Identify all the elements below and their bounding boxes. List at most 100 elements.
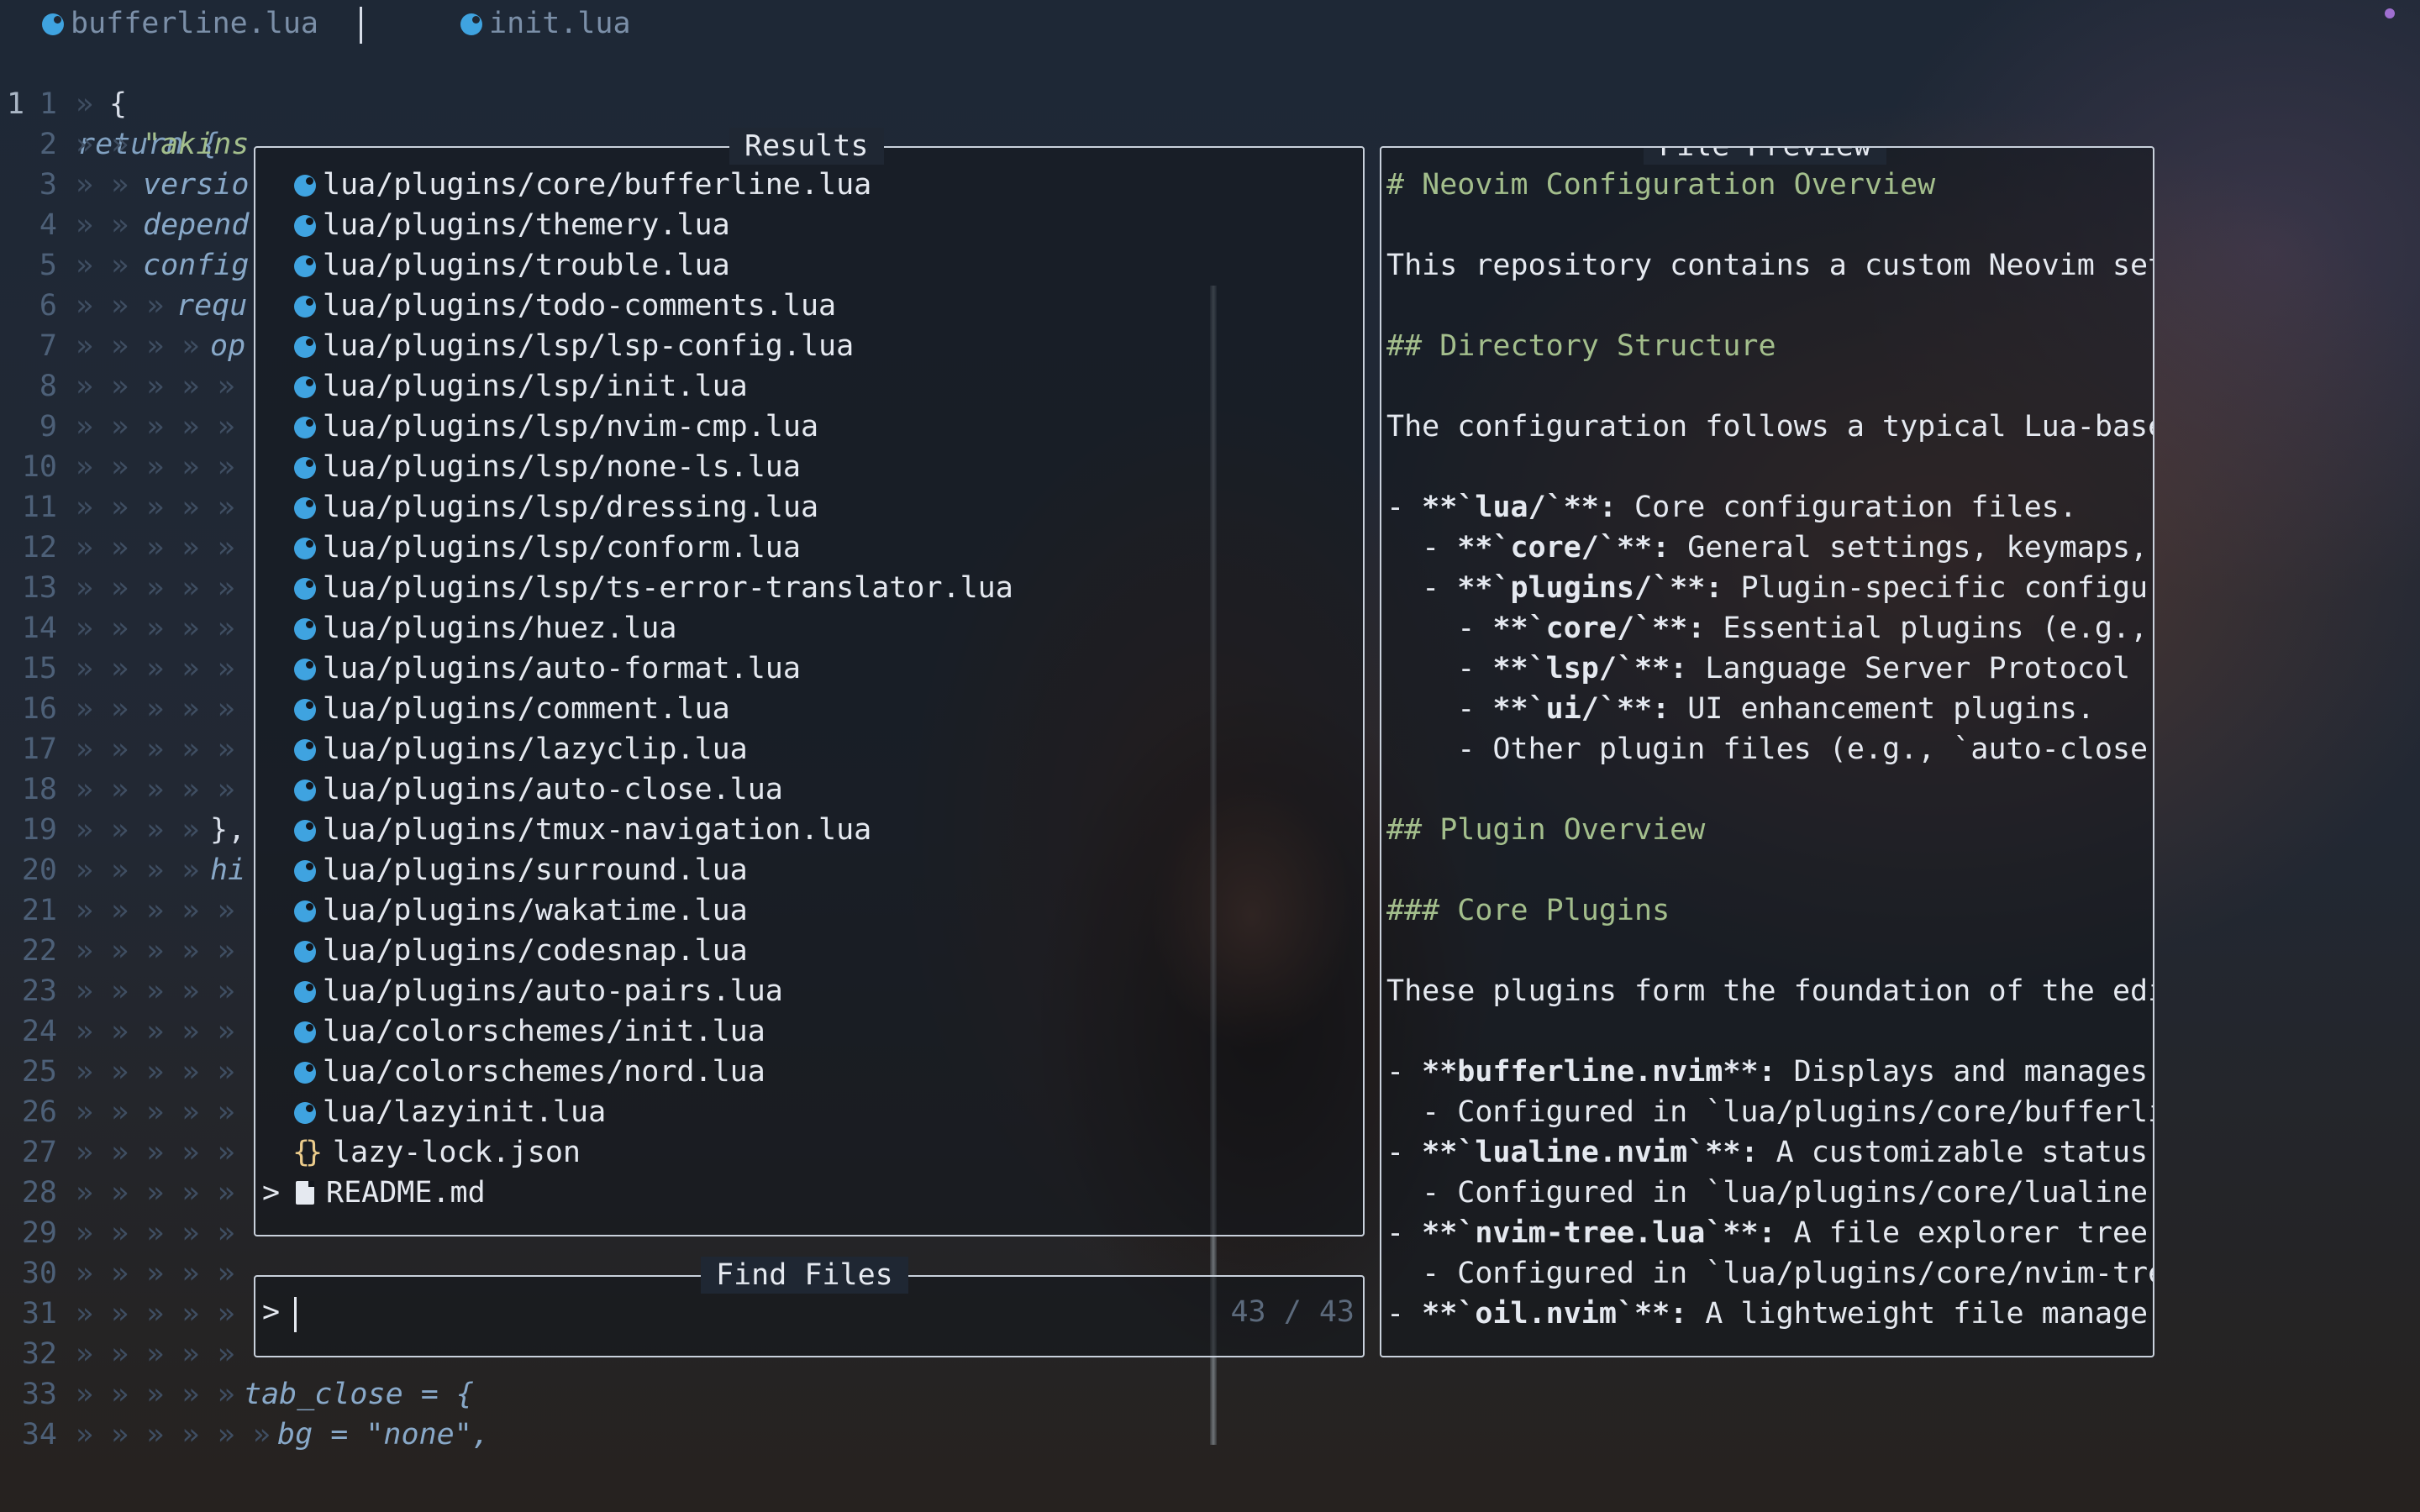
bold-text: **`core/`**: (1457, 531, 1670, 564)
result-item[interactable]: lua/plugins/lsp/nvim-cmp.lua (292, 407, 818, 447)
result-item[interactable]: > README.md (262, 1173, 486, 1213)
result-path: lua/plugins/auto-format.lua (323, 652, 801, 685)
find-files-window[interactable]: Find Files > 43 / 43 (254, 1257, 1365, 1357)
result-path: lua/plugins/lazyclip.lua (323, 732, 748, 766)
result-item[interactable]: lua/plugins/auto-pairs.lua (292, 971, 783, 1011)
line-number: 7 (39, 329, 57, 363)
indent-guides: » (76, 87, 112, 121)
preview-line: - **`plugins/`**: Plugin-specific config… (1386, 568, 2153, 608)
file-preview-window[interactable]: File Preview # Neovim Configuration Over… (1380, 146, 2154, 1357)
line-number: 9 (39, 410, 57, 444)
code-text: hi (210, 853, 246, 887)
result-path: lua/plugins/trouble.lua (323, 249, 730, 282)
result-item[interactable]: lua/plugins/todo-comments.lua (292, 286, 836, 326)
indent-guides: » » (76, 208, 147, 242)
preview-line: - **`lualine.nvim`**: A customizable sta… (1386, 1132, 2153, 1173)
lua-file-icon (292, 696, 318, 722)
lua-file-icon (292, 656, 318, 681)
result-item[interactable]: lua/plugins/lsp/ts-error-translator.lua (292, 568, 1013, 608)
indent-guides: » » (76, 168, 147, 202)
indent-guides: » » » » » (76, 773, 253, 806)
result-item[interactable]: lua/plugins/wakatime.lua (292, 890, 748, 931)
code-text: { (109, 87, 128, 121)
result-path: lua/plugins/todo-comments.lua (323, 289, 837, 323)
result-item[interactable]: lua/plugins/auto-close.lua (292, 769, 783, 810)
result-path: lua/plugins/lsp/nvim-cmp.lua (323, 410, 819, 444)
indent-guides: » » » » » (76, 1378, 253, 1411)
buffer-tab-bufferline[interactable]: bufferline.lua (40, 7, 318, 40)
result-item[interactable]: lua/plugins/tmux-navigation.lua (292, 810, 871, 850)
result-path: lua/plugins/lsp/lsp-config.lua (323, 329, 855, 363)
result-item[interactable]: lua/colorschemes/nord.lua (292, 1052, 765, 1092)
indent-guides: » » » » » (76, 410, 253, 444)
result-item[interactable]: {} lazy-lock.json (292, 1132, 581, 1173)
preview-line: This repository contains a custom Neovim… (1386, 249, 2154, 282)
result-item[interactable]: lua/plugins/themery.lua (292, 205, 730, 245)
lua-file-icon (459, 11, 484, 36)
lua-file-icon (292, 253, 318, 278)
result-item[interactable]: lua/plugins/lazyclip.lua (292, 729, 748, 769)
result-item[interactable]: lua/plugins/lsp/lsp-config.lua (292, 326, 854, 366)
indent-guides: » » » » » (76, 1095, 253, 1129)
bold-text: **`nvim-tree.lua`**: (1422, 1216, 1776, 1250)
indent-guides: » » » » » (76, 1176, 253, 1210)
line-number: 16 (21, 692, 57, 726)
result-path: lua/plugins/tmux-navigation.lua (323, 813, 872, 847)
lua-file-icon (292, 293, 318, 318)
line-number: 34 (21, 1418, 57, 1452)
result-item[interactable]: lua/plugins/lsp/conform.lua (292, 528, 801, 568)
markdown-file-icon (296, 1181, 314, 1205)
indent-guides: » » » » (76, 329, 218, 363)
result-path: lua/plugins/lsp/init.lua (323, 370, 748, 403)
result-item[interactable]: lua/plugins/trouble.lua (292, 245, 730, 286)
bold-text: **`lua/`**: (1422, 491, 1617, 524)
lua-file-icon (292, 616, 318, 641)
result-item[interactable]: lua/lazyinit.lua (292, 1092, 606, 1132)
bold-text: **`core/`**: (1492, 612, 1706, 645)
find-files-input[interactable] (294, 1295, 802, 1334)
preview-line: - **`core/`**: Essential plugins (e.g., … (1386, 608, 2153, 648)
indent-guides: » » » » » (76, 1337, 253, 1371)
result-item[interactable]: lua/plugins/comment.lua (292, 689, 730, 729)
indent-guides: » » » » » (76, 450, 253, 484)
bullet-text: Core configuration files. (1616, 491, 2077, 524)
result-item[interactable]: lua/plugins/core/bufferline.lua (292, 165, 871, 205)
bullet-text: Language Server Protocol (L (1687, 652, 2154, 685)
indent-guides: » » » » » (76, 1015, 253, 1048)
result-item[interactable]: lua/plugins/huez.lua (292, 608, 676, 648)
line-number: 12 (21, 531, 57, 564)
preview-heading: ## Plugin Overview (1386, 813, 1706, 847)
buffer-tab-init[interactable]: init.lua (459, 7, 631, 40)
line-number: 20 (21, 853, 57, 887)
bold-text: **`lualine.nvim`**: (1422, 1136, 1759, 1169)
result-item[interactable]: lua/plugins/auto-format.lua (292, 648, 801, 689)
result-item[interactable]: lua/colorschemes/init.lua (292, 1011, 765, 1052)
result-item[interactable]: lua/plugins/codesnap.lua (292, 931, 748, 971)
lua-file-icon (292, 938, 318, 963)
indent-guides: » » » » » (76, 491, 253, 524)
lua-file-icon (292, 414, 318, 439)
result-item[interactable]: lua/plugins/lsp/dressing.lua (292, 487, 818, 528)
result-item[interactable]: lua/plugins/surround.lua (292, 850, 748, 890)
result-path: lua/plugins/lsp/ts-error-translator.lua (323, 571, 1013, 605)
line-number: 19 (21, 813, 57, 847)
line-number: 33 (21, 1378, 57, 1411)
line-number: 25 (21, 1055, 57, 1089)
preview-line: - **`nvim-tree.lua`**: A file explorer t… (1386, 1213, 2153, 1253)
bullet-prefix: - (1386, 612, 1493, 645)
lua-file-icon (292, 737, 318, 762)
result-item[interactable]: lua/plugins/lsp/none-ls.lua (292, 447, 801, 487)
bullet-prefix: - (1386, 692, 1493, 726)
bullet-text: General settings, keymaps, a (1670, 531, 2154, 564)
results-window[interactable]: Results lua/plugins/core/bufferline.lua l… (254, 128, 1365, 1236)
lua-file-icon (292, 1059, 318, 1084)
line-number: 29 (21, 1216, 57, 1250)
buffer-tab-label: bufferline.lua (71, 7, 319, 40)
lua-file-icon (292, 817, 318, 843)
line-number: 23 (21, 974, 57, 1008)
preview-line: - **bufferline.nvim**: Displays and mana… (1386, 1052, 2148, 1092)
bullet-text: UI enhancement plugins. (1670, 692, 2095, 726)
result-item[interactable]: lua/plugins/lsp/init.lua (292, 366, 748, 407)
line-number: 13 (21, 571, 57, 605)
line-number: 27 (21, 1136, 57, 1169)
